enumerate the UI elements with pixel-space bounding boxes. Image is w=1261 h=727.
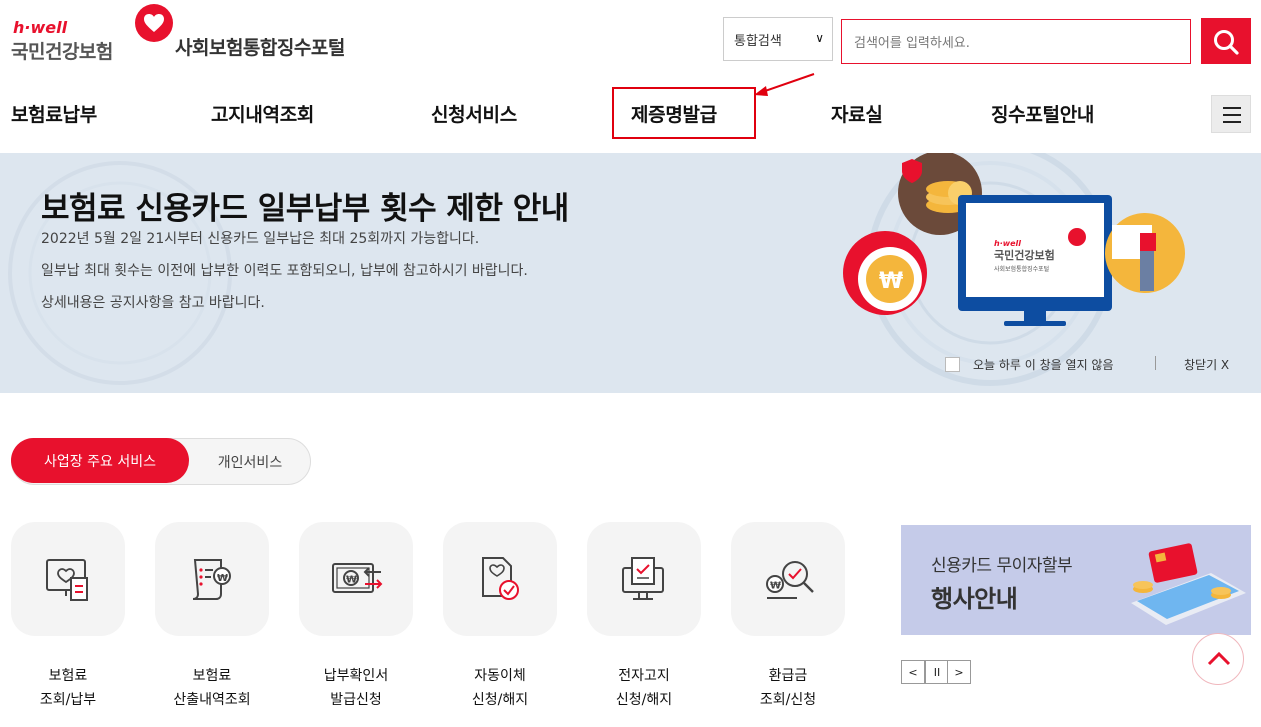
logo-hwell-text: h·well [13, 18, 68, 37]
nav-item-resources[interactable]: 자료실 [831, 100, 883, 127]
nav-item-portal-guide[interactable]: 징수포털안내 [991, 100, 1094, 127]
monitor-logo: 국민건강보험 [994, 248, 1055, 262]
service-label: 납부확인서 발급신청 [299, 664, 413, 712]
service-label-line1: 전자고지 [618, 668, 670, 684]
dont-show-today-checkbox[interactable] [945, 357, 960, 372]
search-scope-select[interactable]: 통합검색 ∨ [723, 17, 833, 61]
chevron-down-icon: ∨ [815, 31, 824, 45]
tab-personal-services[interactable]: 개인서비스 [190, 438, 310, 485]
service-tile: ₩ [299, 522, 413, 636]
service-label-line2: 조회/신청 [759, 692, 817, 708]
nav-highlight-box [612, 87, 756, 139]
svg-text:₩: ₩ [346, 575, 357, 586]
monitor-hwell: h·well [994, 239, 1021, 248]
carousel-pause-button[interactable]: II [925, 660, 949, 684]
service-label: 보험료 산출내역조회 [155, 664, 269, 712]
search-button[interactable] [1201, 18, 1251, 64]
tab-business-services[interactable]: 사업장 주요 서비스 [11, 438, 189, 483]
invoice-heart-icon [46, 559, 88, 601]
calculation-scroll-icon: ₩ [192, 559, 231, 600]
monitor-sub: 사회보험통합징수포털 [994, 265, 1049, 273]
electronic-notice-icon [622, 557, 664, 600]
service-electronic-notice[interactable]: 전자고지 신청/해지 [587, 522, 701, 712]
nav-item-application[interactable]: 신청서비스 [431, 100, 517, 127]
service-label-line1: 환급금 [768, 668, 808, 684]
service-calc-history[interactable]: ₩ 보험료 산출내역조회 [155, 522, 269, 712]
promo-banner[interactable]: 신용카드 무이자할부 행사안내 [901, 525, 1251, 635]
chevron-up-icon [1207, 651, 1231, 666]
service-label: 자동이체 신청/해지 [443, 664, 557, 712]
carousel-prev-button[interactable]: < [901, 660, 925, 684]
search-icon [1214, 30, 1239, 55]
payment-transfer-icon: ₩ [332, 563, 383, 593]
service-label-line2: 발급신청 [330, 692, 382, 708]
hamburger-icon-bar [1223, 114, 1241, 116]
annotation-arrow-icon [754, 73, 815, 96]
service-label-line1: 보험료 [192, 668, 232, 684]
service-label-line1: 자동이체 [474, 668, 526, 684]
banner-line-3: 상세내용은 공지사항을 참고 바랍니다. [41, 295, 265, 311]
logo-name: 국민건강보험 [11, 41, 113, 63]
service-label-line1: 보험료 [48, 668, 88, 684]
service-payment-confirmation[interactable]: ₩ 납부확인서 발급신청 [299, 522, 413, 712]
banner-line-2: 일부납 최대 횟수는 이전에 납부한 이력도 포함되오니, 납부에 참고하시기 … [41, 263, 528, 279]
refund-search-icon: ₩ [766, 561, 814, 599]
service-label: 전자고지 신청/해지 [587, 664, 701, 712]
service-premium-inquiry[interactable]: 보험료 조회/납부 [11, 522, 125, 712]
carousel-next-button[interactable]: > [947, 660, 971, 684]
promo-line1: 신용카드 무이자할부 [931, 556, 1073, 576]
search-placeholder: 검색어를 입력하세요. [854, 36, 970, 51]
divider [1155, 356, 1156, 370]
hamburger-icon-bar [1223, 121, 1241, 123]
svg-text:₩: ₩ [770, 581, 781, 592]
service-refund[interactable]: ₩ 환급금 조회/신청 [731, 522, 845, 712]
service-auto-transfer[interactable]: 자동이체 신청/해지 [443, 522, 557, 712]
svg-text:₩: ₩ [217, 573, 228, 584]
service-tile [587, 522, 701, 636]
promo-line2: 행사안내 [931, 585, 1018, 613]
service-tile [11, 522, 125, 636]
svg-text:₩: ₩ [879, 269, 903, 294]
service-label-line2: 조회/납부 [39, 692, 97, 708]
credit-card-phone-icon [1131, 543, 1246, 625]
hamburger-icon [1223, 107, 1241, 109]
service-tile: ₩ [731, 522, 845, 636]
service-tile [443, 522, 557, 636]
notice-banner: ₩ h·well 국민건강보험 사회보험통합징수포털 보험료 신용카드 일부납부… [0, 153, 1261, 393]
auto-transfer-icon [482, 557, 519, 600]
portal-title: 사회보험통합징수포털 [175, 37, 345, 59]
banner-line-1: 2022년 5월 2일 21시부터 신용카드 일부납은 최대 25회까지 가능합… [41, 231, 480, 247]
service-tile: ₩ [155, 522, 269, 636]
hamburger-menu-button[interactable] [1211, 95, 1251, 133]
nav-item-billing-inquiry[interactable]: 고지내역조회 [211, 100, 314, 127]
search-scope-value: 통합검색 [734, 33, 782, 49]
service-label-line2: 신청/해지 [615, 692, 673, 708]
heart-icon [135, 4, 173, 42]
nav-item-payment[interactable]: 보험료납부 [11, 100, 97, 127]
service-label: 보험료 조회/납부 [11, 664, 125, 712]
logo[interactable]: h·well 국민건강보험 [11, 4, 181, 64]
service-label-line2: 신청/해지 [471, 692, 529, 708]
service-label-line1: 납부확인서 [323, 668, 389, 684]
service-label: 환급금 조회/신청 [731, 664, 845, 712]
search-input[interactable]: 검색어를 입력하세요. [841, 19, 1191, 64]
dont-show-today-label[interactable]: 오늘 하루 이 창을 열지 않음 [973, 356, 1114, 373]
banner-title: 보험료 신용카드 일부납부 횟수 제한 안내 [41, 191, 569, 227]
service-label-line2: 산출내역조회 [173, 692, 251, 708]
close-banner-button[interactable]: 창닫기 X [1184, 356, 1229, 373]
scroll-top-button[interactable] [1192, 633, 1244, 685]
